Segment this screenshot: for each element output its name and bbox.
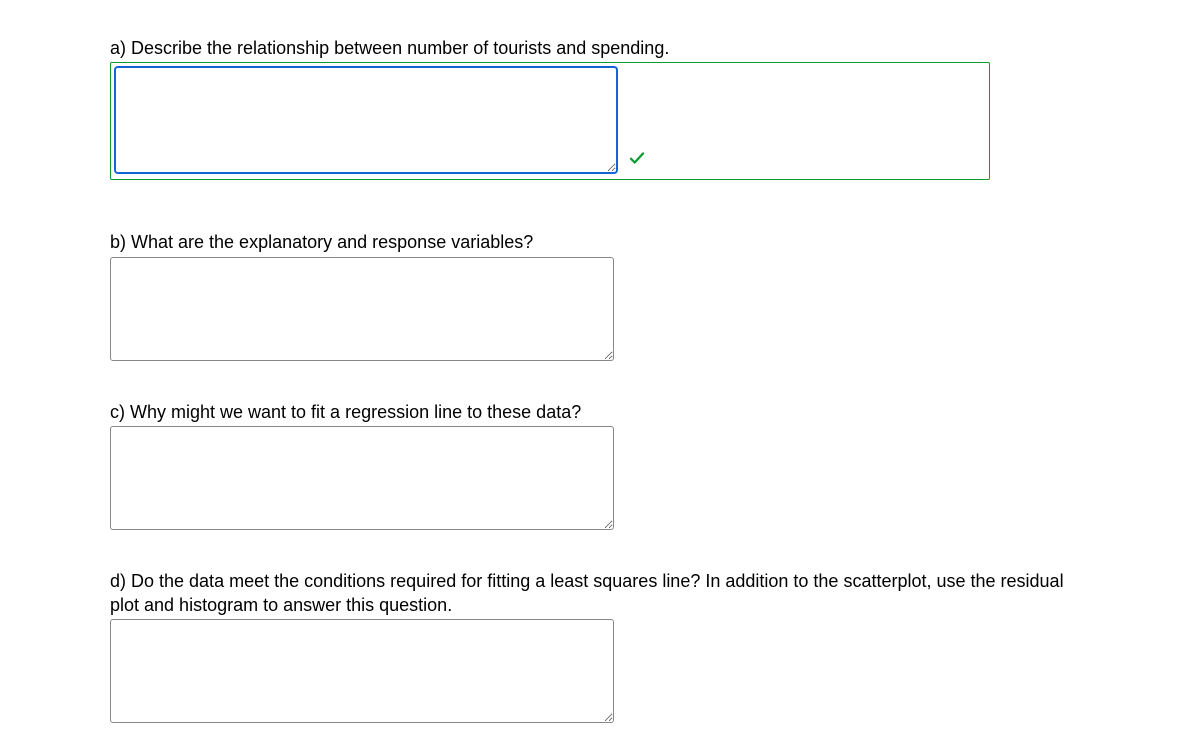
question-b-label: b) What are the explanatory and response… <box>110 230 1090 254</box>
question-d-label: d) Do the data meet the conditions requi… <box>110 569 1090 618</box>
question-b: b) What are the explanatory and response… <box>110 230 1090 365</box>
question-d-input[interactable] <box>110 619 614 723</box>
question-a-label: a) Describe the relationship between num… <box>110 36 1090 60</box>
question-c: c) Why might we want to fit a regression… <box>110 400 1090 535</box>
question-a-input[interactable] <box>114 66 618 174</box>
question-a: a) Describe the relationship between num… <box>110 36 1090 180</box>
question-c-label: c) Why might we want to fit a regression… <box>110 400 1090 424</box>
question-c-input[interactable] <box>110 426 614 530</box>
question-b-input[interactable] <box>110 257 614 361</box>
question-d: d) Do the data meet the conditions requi… <box>110 569 1090 729</box>
check-icon <box>628 149 646 172</box>
question-a-feedback-box <box>110 62 990 180</box>
question-form: a) Describe the relationship between num… <box>0 36 1200 728</box>
